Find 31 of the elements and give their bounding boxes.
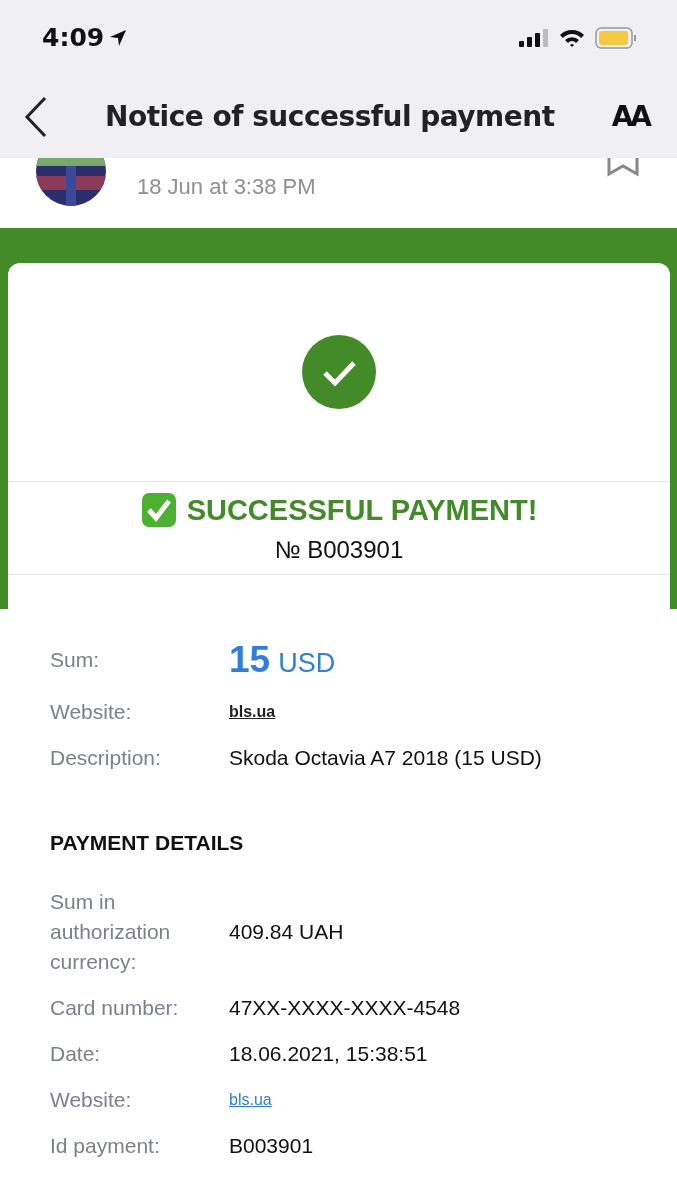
nav-title: Notice of successful payment [105, 100, 555, 133]
wifi-icon [559, 27, 585, 48]
section-title: PAYMENT DETAILS [49, 830, 245, 856]
field-value: B003901 [229, 1134, 314, 1157]
checkmark-icon [299, 332, 379, 412]
field-value: 409.84 UAH [229, 920, 344, 943]
field-label: Website: [50, 699, 133, 725]
field-label: Card number: [50, 995, 180, 1021]
payment-number: № B003901 [274, 536, 404, 564]
location-icon [108, 27, 129, 48]
clock: 4:09 [42, 23, 105, 52]
field-label: Date: [50, 1041, 102, 1067]
field-label: Description: [50, 745, 162, 771]
signal-icon [519, 27, 549, 48]
field-label: Id payment: [50, 1133, 161, 1159]
field-value: 18.06.2021, 15:38:51 [229, 1042, 428, 1065]
field-label: Sum in authorization currency: [50, 889, 172, 975]
field-label: Website: [50, 1087, 133, 1113]
back-button[interactable] [24, 95, 48, 138]
field-value: Skoda Octavia A7 2018 (15 USD) [229, 746, 542, 769]
amount: 15 [229, 639, 271, 681]
currency: USD [278, 648, 336, 679]
email-date: 18 Jun at 3:38 PM [137, 174, 316, 200]
website-link[interactable]: bls.ua [229, 703, 276, 720]
website-link[interactable]: bls.ua [229, 1091, 272, 1108]
checkbox-icon [140, 492, 177, 528]
success-heading: SUCCESSFUL PAYMENT! [186, 493, 538, 527]
battery-icon [595, 26, 637, 49]
text-size-button[interactable]: AA [611, 100, 649, 133]
field-label: Sum: [50, 647, 100, 673]
field-value: 47XX-XXXX-XXXX-4548 [229, 996, 461, 1019]
